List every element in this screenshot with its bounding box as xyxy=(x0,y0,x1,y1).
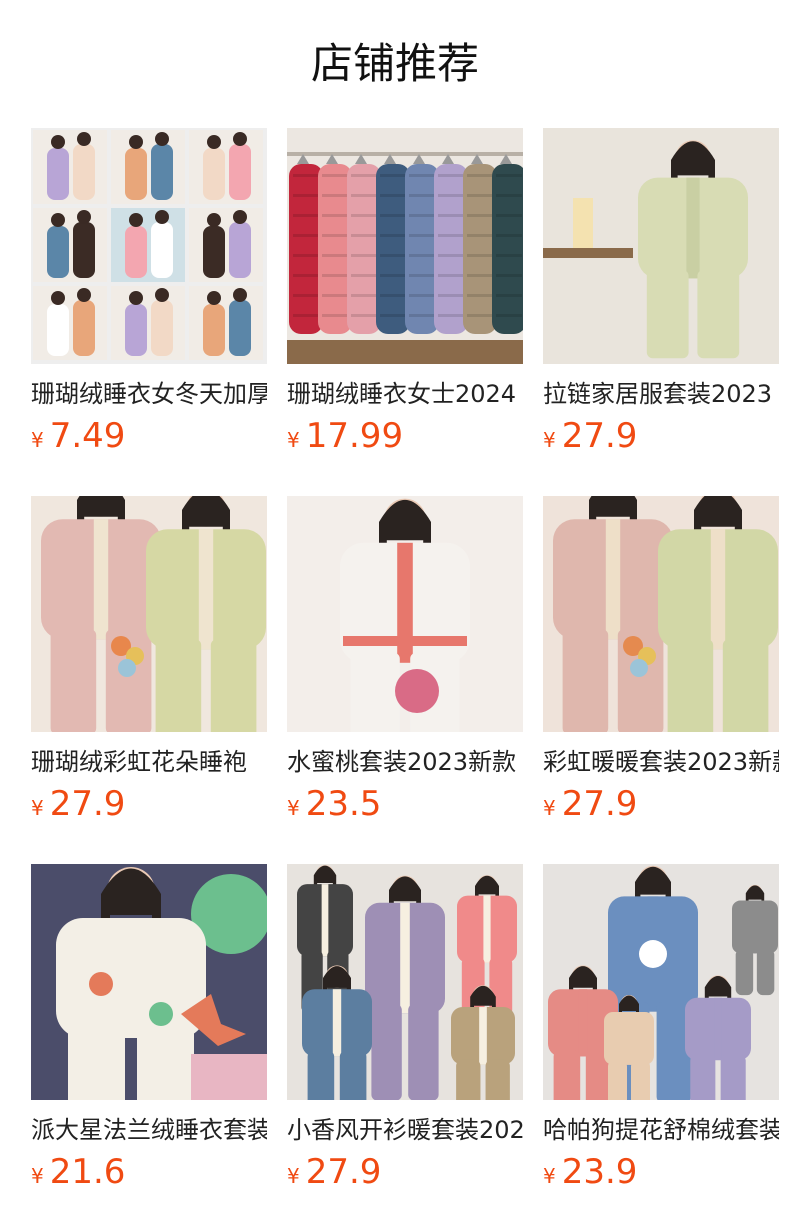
pink-green-robes-photo xyxy=(31,496,267,732)
woman-sage-loungewear-photo xyxy=(543,128,779,364)
product-price: 27.9 xyxy=(561,416,638,456)
pink-green-sets-photo xyxy=(543,496,779,732)
chanel-style-sets-photo xyxy=(287,864,523,1100)
currency-symbol: ¥ xyxy=(31,428,44,452)
currency-symbol: ¥ xyxy=(543,428,556,452)
currency-symbol: ¥ xyxy=(543,796,556,820)
product-price: 23.5 xyxy=(305,784,382,824)
pochacco-jacquard-sets-photo xyxy=(543,864,779,1100)
price-row: ¥23.9 xyxy=(543,1152,779,1192)
currency-symbol: ¥ xyxy=(543,1164,556,1188)
currency-symbol: ¥ xyxy=(287,796,300,820)
product-card[interactable]: 小香风开衫暖套装2023 ¥27.9 xyxy=(287,864,523,1192)
price-row: ¥27.9 xyxy=(543,784,779,824)
price-row: ¥17.99 xyxy=(287,416,523,456)
price-row: ¥27.9 xyxy=(543,416,779,456)
price-row: ¥23.5 xyxy=(287,784,523,824)
product-card[interactable]: 珊瑚绒睡衣女冬天加厚 ¥7.49 xyxy=(31,128,267,456)
product-price: 7.49 xyxy=(49,416,126,456)
product-image[interactable] xyxy=(31,128,267,364)
price-row: ¥21.6 xyxy=(31,1152,267,1192)
product-name[interactable]: 派大星法兰绒睡衣套装 xyxy=(31,1114,267,1146)
product-image[interactable] xyxy=(287,496,523,732)
price-row: ¥27.9 xyxy=(31,784,267,824)
product-card[interactable]: 彩虹暖暖套装2023新款 ¥27.9 xyxy=(543,496,779,824)
product-image[interactable] xyxy=(543,496,779,732)
currency-symbol: ¥ xyxy=(31,1164,44,1188)
product-card[interactable]: 拉链家居服套装2023 ¥27.9 xyxy=(543,128,779,456)
product-card[interactable]: 哈帕狗提花舒棉绒套装 ¥23.9 xyxy=(543,864,779,1192)
page-title: 店铺推荐 xyxy=(310,39,479,88)
product-image[interactable] xyxy=(543,128,779,364)
product-price: 27.9 xyxy=(305,1152,382,1192)
white-peach-cardigan-photo xyxy=(287,496,523,732)
product-image[interactable] xyxy=(287,128,523,364)
currency-symbol: ¥ xyxy=(31,796,44,820)
product-price: 27.9 xyxy=(49,784,126,824)
recommendation-grid: 珊瑚绒睡衣女冬天加厚 ¥7.49 珊瑚绒睡衣女士2024 ¥17.99 拉链家居… xyxy=(31,128,780,1192)
price-row: ¥27.9 xyxy=(287,1152,523,1192)
currency-symbol: ¥ xyxy=(287,1164,300,1188)
patrick-print-pajamas-photo xyxy=(31,864,267,1100)
product-image[interactable] xyxy=(31,864,267,1100)
product-name[interactable]: 珊瑚绒彩虹花朵睡袍 xyxy=(31,746,267,778)
product-name[interactable]: 拉链家居服套装2023 xyxy=(543,378,779,410)
product-card[interactable]: 珊瑚绒彩虹花朵睡袍 ¥27.9 xyxy=(31,496,267,824)
product-name[interactable]: 水蜜桃套装2023新款 xyxy=(287,746,523,778)
product-card[interactable]: 珊瑚绒睡衣女士2024 ¥17.99 xyxy=(287,128,523,456)
product-image[interactable] xyxy=(543,864,779,1100)
product-price: 21.6 xyxy=(49,1152,126,1192)
product-name[interactable]: 珊瑚绒睡衣女士2024 xyxy=(287,378,523,410)
product-card[interactable]: 派大星法兰绒睡衣套装 ¥21.6 xyxy=(31,864,267,1192)
price-row: ¥7.49 xyxy=(31,416,267,456)
robes-rack-photo xyxy=(287,128,523,364)
product-image[interactable] xyxy=(31,496,267,732)
product-price: 23.9 xyxy=(561,1152,638,1192)
product-image[interactable] xyxy=(287,864,523,1100)
product-name[interactable]: 彩虹暖暖套装2023新款 xyxy=(543,746,779,778)
pajama-collage-photo xyxy=(33,130,263,360)
product-card[interactable]: 水蜜桃套装2023新款 ¥23.5 xyxy=(287,496,523,824)
currency-symbol: ¥ xyxy=(287,428,300,452)
product-price: 17.99 xyxy=(305,416,404,456)
product-name[interactable]: 小香风开衫暖套装2023 xyxy=(287,1114,523,1146)
product-name[interactable]: 哈帕狗提花舒棉绒套装 xyxy=(543,1114,779,1146)
product-name[interactable]: 珊瑚绒睡衣女冬天加厚 xyxy=(31,378,267,410)
product-price: 27.9 xyxy=(561,784,638,824)
